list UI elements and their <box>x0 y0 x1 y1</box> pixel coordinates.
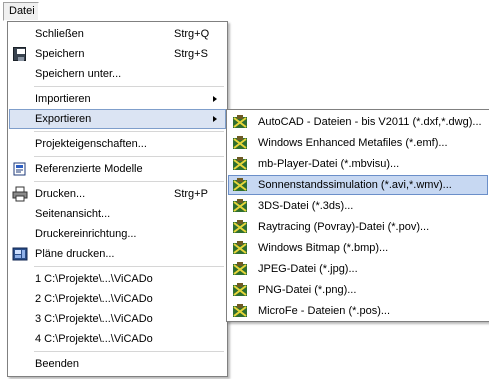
export-format-icon <box>232 135 248 151</box>
menu-item-exit[interactable]: Beenden <box>9 354 226 374</box>
menu-item-import[interactable]: Importieren <box>9 89 226 109</box>
menu-item-label: Windows Enhanced Metafiles (*.emf)... <box>258 137 448 149</box>
menu-item-print-plans[interactable]: Pläne drucken... <box>9 244 226 264</box>
menu-item-label: Importieren <box>35 93 91 105</box>
menu-item-label: Projekteigenschaften... <box>35 138 147 150</box>
export-format-icon <box>232 240 248 256</box>
submenu-arrow-icon <box>213 116 217 122</box>
export-submenu: AutoCAD - Dateien - bis V2011 (*.dxf,*.d… <box>226 109 489 322</box>
export-item-sun-simulation[interactable]: Sonnenstandssimulation (*.avi,*.wmv)... <box>228 175 488 195</box>
menu-item-label: 4 C:\Projekte\...\ViCADo <box>35 333 153 345</box>
menu-item-label: Seitenansicht... <box>35 208 111 220</box>
menu-item-close[interactable]: Schließen Strg+Q <box>9 24 226 44</box>
menu-item-recent-1[interactable]: 1 C:\Projekte\...\ViCADo <box>9 269 226 289</box>
export-format-icon <box>232 114 248 130</box>
export-item-png[interactable]: PNG-Datei (*.png)... <box>228 280 488 300</box>
menu-item-label: 2 C:\Projekte\...\ViCADo <box>35 293 153 305</box>
menu-item-referenced-models[interactable]: Referenzierte Modelle <box>9 159 226 179</box>
shortcut-label: Strg+P <box>174 188 208 200</box>
menu-item-label: PNG-Datei (*.png)... <box>258 284 357 296</box>
menu-item-label: Schließen <box>35 28 84 40</box>
menu-separator <box>34 131 224 132</box>
export-format-icon <box>232 198 248 214</box>
menu-item-label: Beenden <box>35 358 80 370</box>
menu-item-label: JPEG-Datei (*.jpg)... <box>258 263 358 275</box>
export-item-mbvisu[interactable]: mb-Player-Datei (*.mbvisu)... <box>228 154 488 174</box>
menu-item-save-as[interactable]: Speichern unter... <box>9 64 226 84</box>
export-item-povray[interactable]: Raytracing (Povray)-Datei (*.pov)... <box>228 217 488 237</box>
export-format-icon <box>232 219 248 235</box>
export-format-icon <box>232 303 248 319</box>
menu-separator <box>34 266 224 267</box>
export-item-3ds[interactable]: 3DS-Datei (*.3ds)... <box>228 196 488 216</box>
menu-separator <box>34 351 224 352</box>
shortcut-label: Strg+Q <box>174 28 210 40</box>
save-disk-icon <box>13 47 26 61</box>
export-format-icon <box>232 156 248 172</box>
menu-item-label: AutoCAD - Dateien - bis V2011 (*.dxf,*.d… <box>258 116 482 128</box>
menu-item-recent-4[interactable]: 4 C:\Projekte\...\ViCADo <box>9 329 226 349</box>
menu-datei[interactable]: Datei <box>3 2 39 21</box>
menu-item-label: Raytracing (Povray)-Datei (*.pov)... <box>258 221 430 233</box>
menu-item-label: Drucken... <box>35 188 86 200</box>
export-item-jpeg[interactable]: JPEG-Datei (*.jpg)... <box>228 259 488 279</box>
menu-item-label: Pläne drucken... <box>35 248 115 260</box>
export-format-icon <box>232 282 248 298</box>
menu-item-label: Druckereinrichtung... <box>35 228 137 240</box>
menu-item-label: mb-Player-Datei (*.mbvisu)... <box>258 158 400 170</box>
submenu-arrow-icon <box>213 96 217 102</box>
menu-separator <box>34 181 224 182</box>
menu-item-printer-setup[interactable]: Druckereinrichtung... <box>9 224 226 244</box>
export-item-emf[interactable]: Windows Enhanced Metafiles (*.emf)... <box>228 133 488 153</box>
menu-item-label: Speichern <box>35 48 85 60</box>
plans-print-icon <box>12 246 28 262</box>
menu-item-label: Speichern unter... <box>35 68 122 80</box>
datei-menu: Schließen Strg+Q Speichern Strg+S Speich… <box>7 21 228 377</box>
referenced-models-icon <box>12 161 28 177</box>
menu-item-label: 3DS-Datei (*.3ds)... <box>258 200 354 212</box>
menu-item-label: MicroFe - Dateien (*.pos)... <box>258 305 391 317</box>
menu-item-label: Windows Bitmap (*.bmp)... <box>258 242 389 254</box>
menu-bar: Datei <box>0 0 489 22</box>
menu-item-print[interactable]: Drucken... Strg+P <box>9 184 226 204</box>
menu-item-label: Sonnenstandssimulation (*.avi,*.wmv)... <box>258 179 452 191</box>
export-format-icon <box>232 261 248 277</box>
menu-item-label: 3 C:\Projekte\...\ViCADo <box>35 313 153 325</box>
export-format-icon <box>232 177 248 193</box>
menu-item-recent-3[interactable]: 3 C:\Projekte\...\ViCADo <box>9 309 226 329</box>
shortcut-label: Strg+S <box>174 48 208 60</box>
menu-item-recent-2[interactable]: 2 C:\Projekte\...\ViCADo <box>9 289 226 309</box>
menu-separator <box>34 156 224 157</box>
menu-item-label: Referenzierte Modelle <box>35 163 143 175</box>
menu-item-label: Exportieren <box>35 113 92 125</box>
menu-item-page-view[interactable]: Seitenansicht... <box>9 204 226 224</box>
export-item-autocad[interactable]: AutoCAD - Dateien - bis V2011 (*.dxf,*.d… <box>228 112 488 132</box>
printer-icon <box>12 186 28 202</box>
menu-separator <box>34 86 224 87</box>
export-item-bmp[interactable]: Windows Bitmap (*.bmp)... <box>228 238 488 258</box>
menu-item-label: 1 C:\Projekte\...\ViCADo <box>35 273 153 285</box>
menu-item-project-properties[interactable]: Projekteigenschaften... <box>9 134 226 154</box>
menu-item-export[interactable]: Exportieren <box>9 109 226 129</box>
export-item-microfe[interactable]: MicroFe - Dateien (*.pos)... <box>228 301 488 321</box>
menu-item-save[interactable]: Speichern Strg+S <box>9 44 226 64</box>
